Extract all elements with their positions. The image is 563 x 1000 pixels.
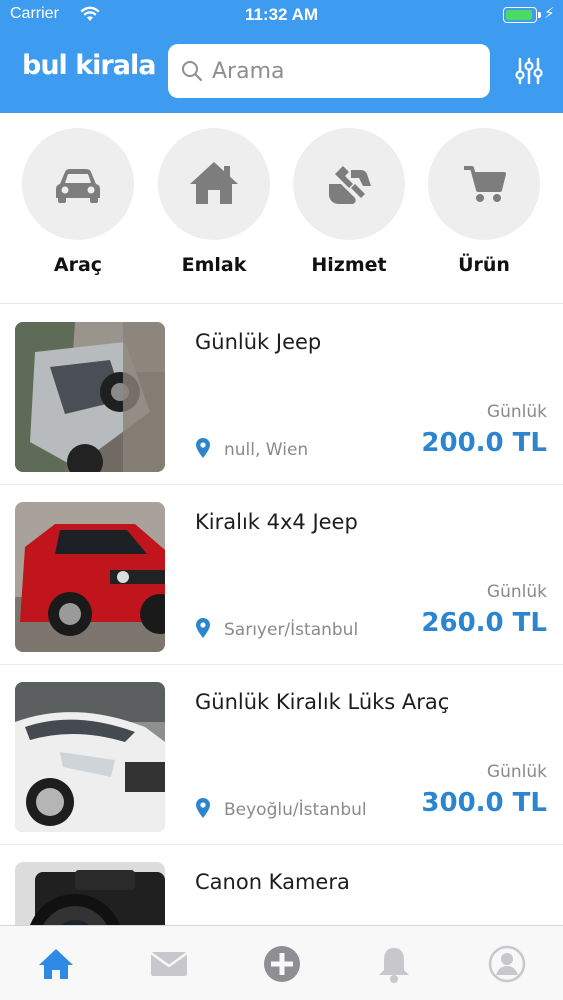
price-period: Günlük (486, 582, 547, 602)
listing-photo (15, 322, 165, 472)
category-row: Araç Emlak Hizmet Ürün (0, 113, 563, 303)
listing-title: Günlük Jeep (195, 330, 322, 354)
divider (0, 303, 563, 304)
home-icon[interactable] (36, 944, 76, 984)
mail-icon[interactable] (149, 944, 189, 984)
search-input[interactable] (212, 54, 472, 88)
clock: 11:32 AM (244, 5, 319, 24)
car-icon (56, 169, 100, 203)
price-period: Günlük (486, 402, 547, 422)
status-bar: Carrier 11:32 AM ⚡ (0, 0, 563, 30)
search-bar[interactable] (168, 44, 490, 98)
listing-location: null, Wien (224, 440, 309, 460)
app-logo: bul kirala (22, 50, 156, 81)
listing-item[interactable]: Günlük Kiralık Lüks Araç Günlük 300.0 TL… (0, 665, 563, 845)
category-label: Ürün (458, 254, 510, 276)
price-period: Günlük (486, 762, 547, 782)
listing-item[interactable]: Günlük Jeep Günlük 200.0 TL null, Wien (0, 305, 563, 485)
battery-icon (503, 7, 541, 23)
charging-icon: ⚡ (544, 4, 555, 22)
search-icon (182, 61, 203, 82)
category-urun[interactable]: Ürün (427, 128, 541, 276)
category-label: Emlak (181, 254, 247, 276)
category-emlak[interactable]: Emlak (157, 128, 271, 276)
bell-icon[interactable] (374, 944, 414, 984)
listing-photo (15, 862, 165, 925)
category-label: Araç (53, 254, 103, 276)
tab-bar (0, 925, 563, 1000)
listing-price: 200.0 TL (421, 428, 547, 458)
handshake-icon (329, 166, 371, 204)
profile-icon[interactable] (487, 944, 527, 984)
listing-price: 260.0 TL (421, 608, 547, 638)
filter-icon[interactable] (514, 55, 544, 87)
category-label: Hizmet (311, 254, 387, 276)
category-hizmet[interactable]: Hizmet (292, 128, 406, 276)
listing-item[interactable]: Canon Kamera (0, 845, 563, 925)
listing-title: Canon Kamera (195, 870, 350, 894)
app-header: Carrier 11:32 AM ⚡ bul kirala (0, 0, 563, 113)
location-pin-icon (196, 438, 210, 458)
listing-item[interactable]: Kiralık 4x4 Jeep Günlük 260.0 TL Sarıyer… (0, 485, 563, 665)
add-icon[interactable] (262, 944, 302, 984)
listing-title: Kiralık 4x4 Jeep (195, 510, 358, 534)
listing-location: Sarıyer/İstanbul (224, 620, 359, 640)
listing-photo (15, 682, 165, 832)
listing-list[interactable]: Günlük Jeep Günlük 200.0 TL null, Wien K… (0, 305, 563, 925)
location-pin-icon (196, 798, 210, 818)
listing-photo (15, 502, 165, 652)
cart-icon (464, 166, 506, 202)
home-icon (190, 162, 238, 204)
category-arac[interactable]: Araç (21, 128, 135, 276)
location-pin-icon (196, 618, 210, 638)
listing-title: Günlük Kiralık Lüks Araç (195, 690, 450, 714)
listing-location: Beyoğlu/İstanbul (224, 800, 367, 820)
listing-price: 300.0 TL (421, 788, 547, 818)
